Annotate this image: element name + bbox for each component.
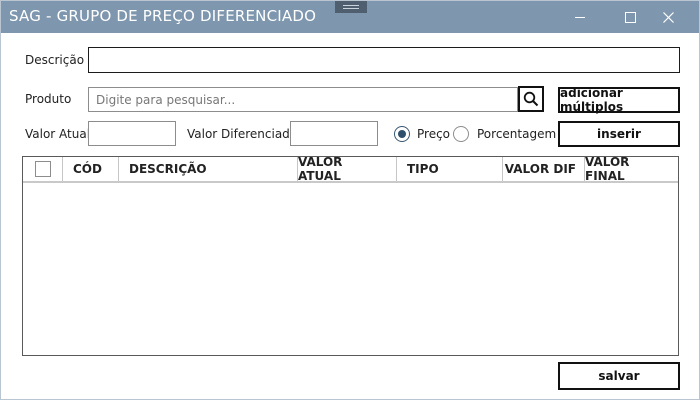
valor-atual-label: Valor Atual bbox=[25, 127, 91, 141]
maximize-button[interactable] bbox=[613, 1, 647, 33]
search-icon bbox=[523, 91, 539, 107]
column-header-valor-dif[interactable]: VALOR DIF bbox=[503, 157, 585, 181]
radio-preco-label: Preço bbox=[417, 127, 451, 141]
valor-diferenciado-input[interactable] bbox=[291, 122, 377, 145]
radio-porcentagem-label: Porcentagem bbox=[477, 127, 557, 141]
valor-diferenciado-label: Valor Diferenciado bbox=[187, 127, 298, 141]
valor-atual-input[interactable] bbox=[89, 122, 175, 145]
column-header-tipo[interactable]: TIPO bbox=[397, 157, 503, 181]
column-header-valor-final[interactable]: VALOR FINAL bbox=[585, 155, 678, 183]
column-header-descricao[interactable]: DESCRIÇÃO bbox=[119, 157, 298, 181]
column-header-valor-atual[interactable]: VALOR ATUAL bbox=[298, 155, 397, 183]
descricao-label: Descrição bbox=[25, 53, 85, 67]
inserir-button[interactable]: inserir bbox=[558, 121, 680, 147]
radio-preco[interactable] bbox=[394, 126, 410, 142]
close-button[interactable] bbox=[651, 1, 685, 33]
produto-label: Produto bbox=[25, 92, 72, 106]
valor-diferenciado-field-box bbox=[290, 121, 378, 146]
app-window: SAG - GRUPO DE PREÇO DIFERENCIADO Descri… bbox=[0, 0, 700, 400]
valor-atual-field-box bbox=[88, 121, 176, 146]
minimize-button[interactable] bbox=[563, 1, 597, 33]
select-all-cell bbox=[23, 157, 63, 181]
produto-field-box bbox=[88, 87, 518, 112]
minimize-icon bbox=[575, 16, 585, 18]
items-table: CÓD DESCRIÇÃO VALOR ATUAL TIPO VALOR DIF… bbox=[22, 155, 679, 356]
produto-search-input[interactable] bbox=[89, 88, 517, 111]
window-title: SAG - GRUPO DE PREÇO DIFERENCIADO bbox=[9, 7, 317, 25]
table-header: CÓD DESCRIÇÃO VALOR ATUAL TIPO VALOR DIF… bbox=[23, 155, 678, 183]
descricao-field-box bbox=[88, 47, 680, 73]
title-bar[interactable]: SAG - GRUPO DE PREÇO DIFERENCIADO bbox=[1, 1, 699, 33]
select-all-checkbox[interactable] bbox=[34, 161, 51, 177]
salvar-button[interactable]: salvar bbox=[558, 362, 680, 390]
drag-handle-icon[interactable] bbox=[335, 1, 367, 13]
column-header-cod[interactable]: CÓD bbox=[63, 157, 119, 181]
table-body bbox=[23, 183, 678, 355]
search-button[interactable] bbox=[518, 86, 544, 112]
adicionar-multiplos-button[interactable]: adicionar múltiplos bbox=[558, 86, 680, 114]
maximize-icon bbox=[624, 11, 636, 23]
radio-porcentagem[interactable] bbox=[453, 126, 469, 142]
close-icon bbox=[662, 11, 674, 23]
descricao-input[interactable] bbox=[89, 48, 679, 72]
